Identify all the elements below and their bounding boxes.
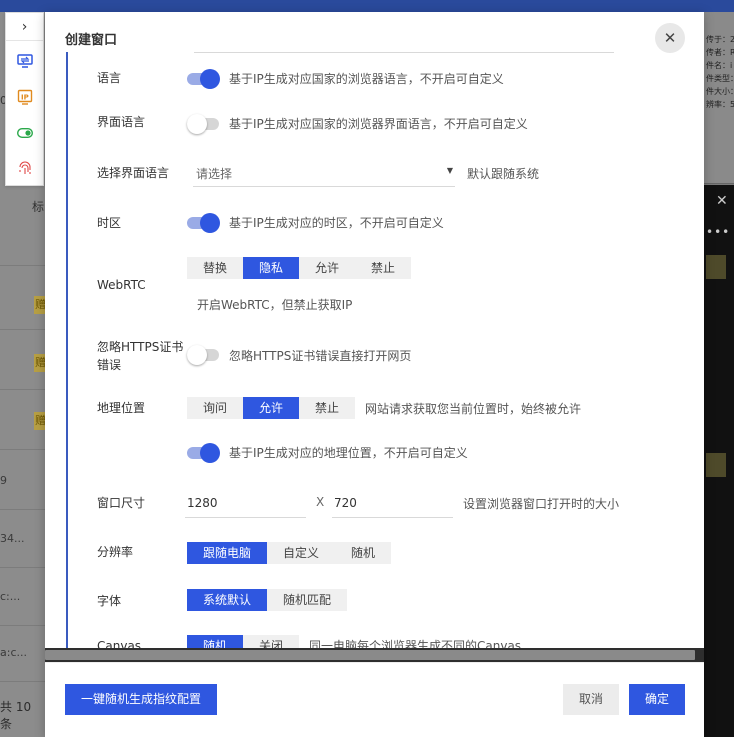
chevron-down-icon: ▼ xyxy=(446,166,453,175)
webrtc-segmented: 替换 隐私 允许 禁止 xyxy=(187,257,411,279)
window-size-separator: X xyxy=(316,495,325,509)
bg-info-line: 件名：i xyxy=(706,61,733,70)
language-desc: 基于IP生成对应国家的浏览器语言，不开启可自定义 xyxy=(229,72,504,86)
window-width-input[interactable]: 1280 xyxy=(185,488,306,518)
dialog-title: 创建窗口 xyxy=(65,33,118,48)
chevron-right-icon[interactable]: › xyxy=(6,13,43,41)
font-segmented: 系统默认 随机匹配 xyxy=(187,589,347,611)
bg-thumbnail xyxy=(706,453,726,477)
close-icon[interactable]: ✕ xyxy=(655,23,685,53)
bg-row: 赠 xyxy=(0,272,46,330)
geolocation-desc: 网站请求获取您当前位置时，始终被允许 xyxy=(365,402,582,416)
timezone-label: 时区 xyxy=(97,216,122,230)
canvas-label: Canvas xyxy=(97,639,142,648)
bg-row: 34... xyxy=(0,510,46,568)
resolution-segmented: 跟随电脑 自定义 随机 xyxy=(187,542,391,564)
ignore-https-switch[interactable] xyxy=(187,345,220,365)
font-option-random[interactable]: 随机匹配 xyxy=(267,589,347,611)
bg-row-text: 34... xyxy=(0,532,25,545)
section-accent-bar xyxy=(66,52,68,648)
resolution-option-follow[interactable]: 跟随电脑 xyxy=(187,542,267,564)
bg-info-line: 传于：2 xyxy=(706,35,734,44)
side-toolbar: › IP xyxy=(5,12,44,186)
webrtc-option-allow[interactable]: 允许 xyxy=(299,257,355,279)
resolution-option-random[interactable]: 随机 xyxy=(335,542,391,564)
horizontal-scrollbar[interactable] xyxy=(45,648,704,662)
ui-language-desc: 基于IP生成对应国家的浏览器界面语言，不开启可自定义 xyxy=(229,117,528,131)
webrtc-desc: 开启WebRTC，但禁止获取IP xyxy=(197,298,353,312)
canvas-segmented: 随机 关闭 xyxy=(187,635,299,648)
ignore-https-label-line2: 错误 xyxy=(97,358,122,372)
ip-icon[interactable]: IP xyxy=(6,79,43,115)
webrtc-option-replace[interactable]: 替换 xyxy=(187,257,243,279)
background-preview-panel: ✕ ••• xyxy=(704,185,734,737)
webrtc-label: WebRTC xyxy=(97,278,146,292)
create-window-dialog: 创建窗口 ✕ 语言 基于IP生成对应国家的浏览器语言，不开启可自定义 界面语言 … xyxy=(45,12,704,737)
canvas-option-random[interactable]: 随机 xyxy=(187,635,243,648)
geolocation-label: 地理位置 xyxy=(97,401,146,415)
random-fingerprint-button[interactable]: 一键随机生成指纹配置 xyxy=(65,684,217,715)
dialog-form: 语言 基于IP生成对应国家的浏览器语言，不开启可自定义 界面语言 基于IP生成对… xyxy=(45,52,704,648)
bg-row: c:... xyxy=(0,568,46,626)
bg-info-line: 件大小： xyxy=(706,87,734,96)
webrtc-option-privacy[interactable]: 隐私 xyxy=(243,257,299,279)
canvas-option-off[interactable]: 关闭 xyxy=(243,635,299,648)
bg-total-count: 共 10 条 xyxy=(0,700,32,731)
geolocation-ip-switch[interactable] xyxy=(187,443,220,463)
canvas-desc: 同一电脑每个浏览器生成不同的Canvas xyxy=(309,639,522,648)
timezone-switch[interactable] xyxy=(187,213,220,233)
bg-row xyxy=(0,208,46,266)
bg-row: 赠 xyxy=(0,332,46,390)
bg-row: 赠 xyxy=(0,392,46,450)
background-file-info: 传于：2 传者：R 件名：i 件类型： 件大小： 辨率：5 xyxy=(704,12,734,184)
geo-option-forbid[interactable]: 禁止 xyxy=(299,397,355,419)
window-size-label: 窗口尺寸 xyxy=(97,496,146,510)
dialog-footer: 一键随机生成指纹配置 取消 确定 xyxy=(45,662,704,737)
select-placeholder: 请选择 xyxy=(196,167,233,181)
geolocation-ip-desc: 基于IP生成对应的地理位置，不开启可自定义 xyxy=(229,446,468,460)
select-ui-language-desc: 默认跟随系统 xyxy=(467,167,540,181)
background-topbar xyxy=(0,0,734,12)
window-height-input[interactable]: 720 xyxy=(332,488,453,518)
ignore-https-label: 忽略HTTPS证书 xyxy=(97,340,184,354)
language-switch[interactable] xyxy=(187,69,220,89)
language-label: 语言 xyxy=(97,71,122,85)
bg-info-line: 件类型： xyxy=(706,74,734,83)
font-label: 字体 xyxy=(97,594,122,608)
bg-more-icon: ••• xyxy=(706,225,731,239)
window-size-desc: 设置浏览器窗口打开时的大小 xyxy=(463,497,620,511)
svg-text:IP: IP xyxy=(21,94,29,102)
bg-info-line: 传者：R xyxy=(706,48,734,57)
ui-language-label: 界面语言 xyxy=(97,115,146,129)
bg-info-line: 辨率：5 xyxy=(706,100,734,109)
timezone-desc: 基于IP生成对应的时区，不开启可自定义 xyxy=(229,216,444,230)
resolution-option-custom[interactable]: 自定义 xyxy=(267,542,335,564)
cancel-button[interactable]: 取消 xyxy=(563,684,619,715)
geo-option-allow[interactable]: 允许 xyxy=(243,397,299,419)
toggle-icon[interactable] xyxy=(6,115,43,151)
bg-thumbnail xyxy=(706,255,726,279)
bg-row-text: c:... xyxy=(0,590,21,603)
bg-row: 9 xyxy=(0,452,46,510)
scrollbar-thumb[interactable] xyxy=(45,650,695,660)
monitor-sync-icon[interactable] xyxy=(6,43,43,79)
geolocation-segmented: 询问 允许 禁止 xyxy=(187,397,355,419)
bg-row: a:c... xyxy=(0,624,46,682)
bg-row-text: a:c... xyxy=(0,646,27,659)
ignore-https-desc: 忽略HTTPS证书错误直接打开网页 xyxy=(229,349,412,363)
resolution-label: 分辨率 xyxy=(97,545,134,559)
font-option-system[interactable]: 系统默认 xyxy=(187,589,267,611)
confirm-button[interactable]: 确定 xyxy=(629,684,685,715)
field-underline xyxy=(194,52,614,53)
bg-close-icon: ✕ xyxy=(716,193,728,209)
fingerprint-icon[interactable] xyxy=(6,151,43,187)
bg-row-text: 9 xyxy=(0,474,7,487)
geo-option-ask[interactable]: 询问 xyxy=(187,397,243,419)
ui-language-switch[interactable] xyxy=(187,114,220,134)
ui-language-select[interactable]: 请选择 ▼ xyxy=(193,161,455,187)
webrtc-option-forbid[interactable]: 禁止 xyxy=(355,257,411,279)
select-ui-language-label: 选择界面语言 xyxy=(97,166,170,180)
